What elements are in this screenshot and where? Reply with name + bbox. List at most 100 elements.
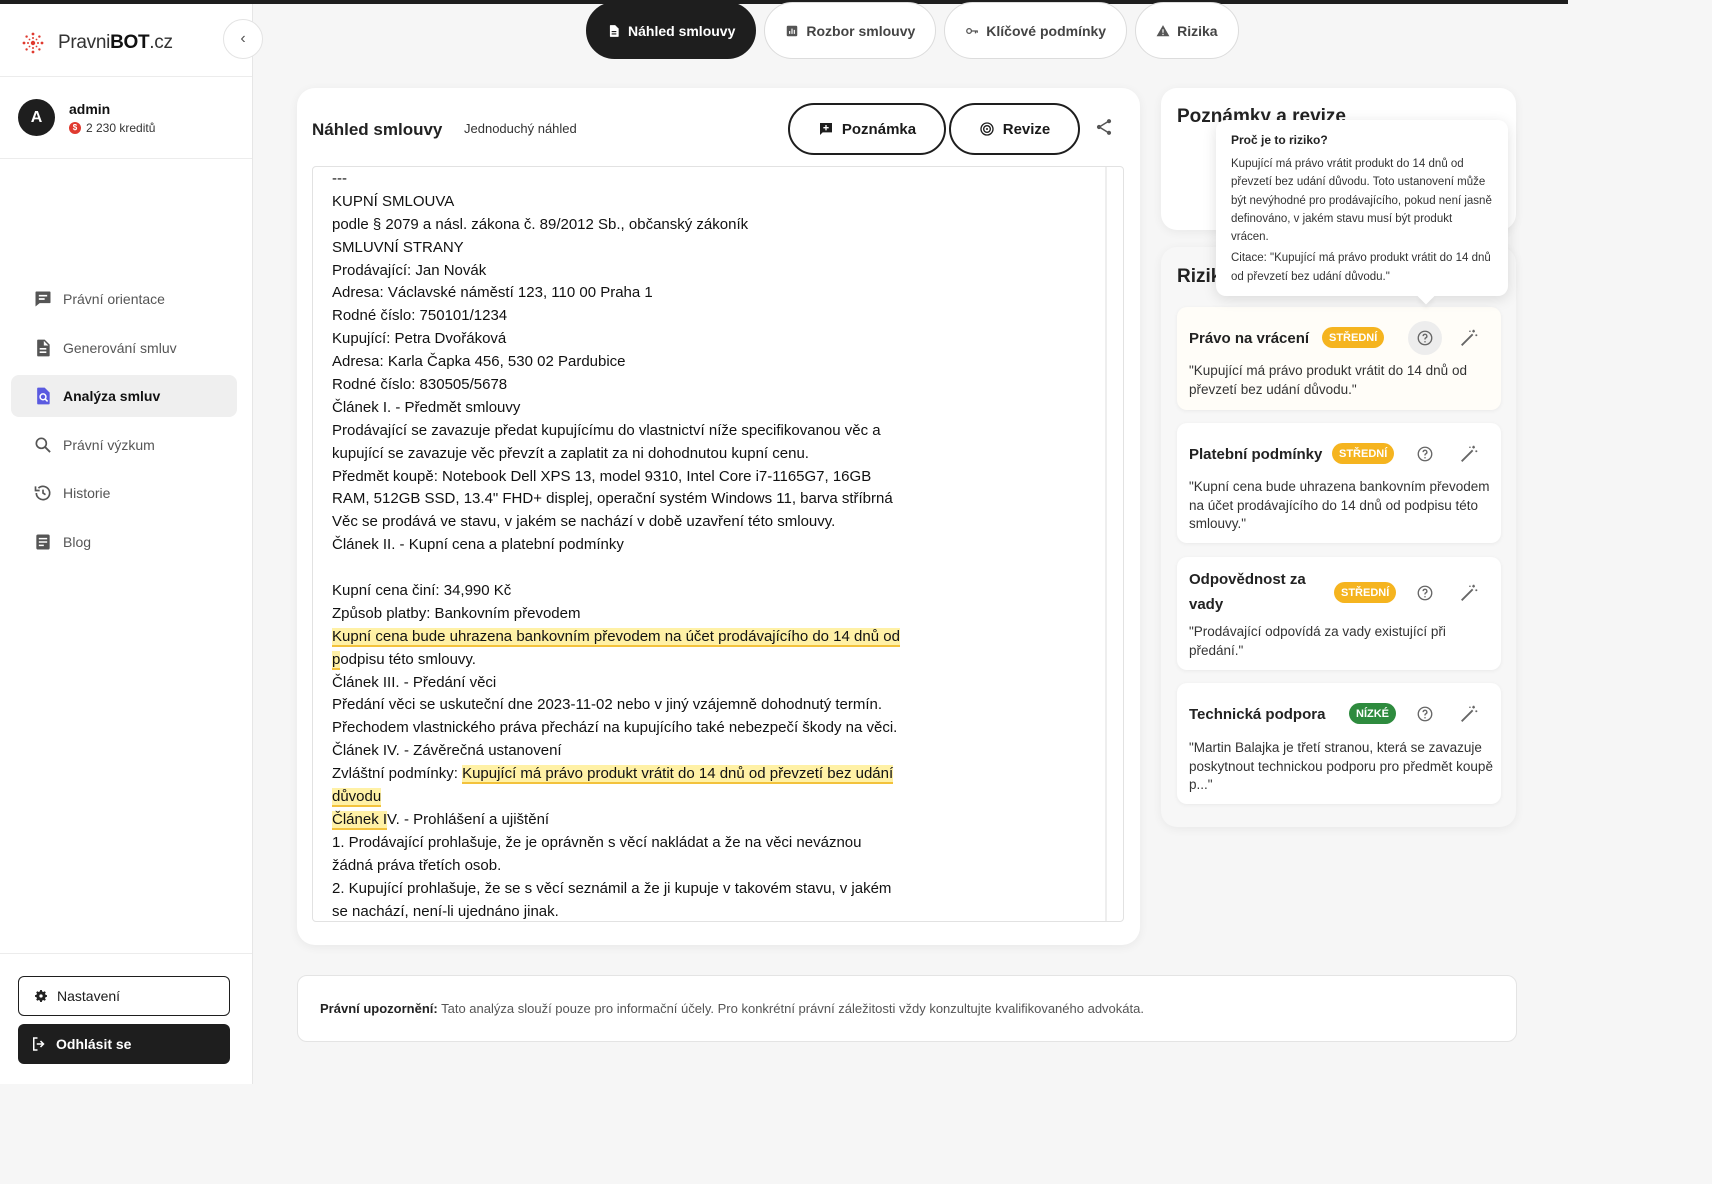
contract-line (332, 557, 932, 580)
sidebar-item-analyza-smluv[interactable]: Analýza smluv (11, 375, 237, 417)
risks-panel: Rizika Právo na vrácení STŘEDNÍ "Kupujíc… (1161, 247, 1516, 827)
sidebar-item-blog[interactable]: Blog (11, 521, 237, 563)
risk-title: Odpovědnost za vady (1189, 571, 1306, 613)
contract-line: SMLUVNÍ STRANY (332, 238, 464, 256)
divider (0, 158, 252, 159)
sidebar-item-label: Generování smluv (63, 339, 177, 356)
help-circle-icon[interactable] (1408, 321, 1442, 355)
contract-line: kupující se zavazuje věc převzít a zapla… (332, 444, 809, 462)
disclaimer-label: Právní upozornění: (320, 1001, 438, 1016)
magic-wand-icon[interactable] (1458, 582, 1480, 604)
risk-quote: "Martin Balajka je třetí stranou, která … (1189, 740, 1493, 792)
contract-line: Věc se prodává ve stavu, v jakém se nach… (332, 513, 836, 531)
contract-line: Rodné číslo: 750101/1234 (332, 307, 508, 325)
sidebar-item-pravni-orientace[interactable]: Právní orientace (11, 278, 237, 320)
contract-line: Kupující: Petra Dvořáková (332, 330, 507, 348)
risk-card[interactable]: Odpovědnost za vady STŘEDNÍ "Prodávající… (1177, 557, 1501, 670)
tab-label: Rizika (1177, 22, 1218, 39)
contract-line: Adresa: Karla Čapka 456, 530 02 Pardubic… (332, 353, 626, 371)
risk-quote: "Prodávající odpovídá za vady existující… (1189, 624, 1446, 658)
logout-label: Odhlásit se (56, 1036, 132, 1052)
document-icon (609, 24, 619, 37)
contract-line: Rodné číslo: 830505/5678 (332, 376, 508, 394)
chart-icon (787, 25, 798, 36)
credits-label: 2 230 kreditů (86, 120, 156, 135)
search-icon (33, 435, 53, 455)
risk-card[interactable]: Platební podmínky STŘEDNÍ "Kupní cena bu… (1177, 423, 1501, 543)
legal-disclaimer: Právní upozornění: Tato analýza slouží p… (297, 975, 1517, 1042)
sidebar-item-historie[interactable]: Historie (11, 472, 237, 514)
risk-highlight[interactable]: Článek I (332, 810, 388, 830)
contract-line: Přechodem vlastnického práva přechází na… (332, 719, 898, 737)
tooltip-citation: Citace: "Kupující má právo produkt vráti… (1231, 252, 1491, 283)
contract-line: 2. Kupující prohlašuje, že se s věcí sez… (332, 879, 892, 897)
risk-highlight[interactable]: důvodu (332, 788, 382, 808)
contract-line: Článek III. - Předání věci (332, 673, 497, 691)
collapse-sidebar-button[interactable]: ‹ (223, 19, 263, 59)
contract-line: Adresa: Václavské náměstí 123, 110 00 Pr… (332, 284, 653, 302)
risk-card[interactable]: Právo na vrácení STŘEDNÍ "Kupující má pr… (1177, 307, 1501, 410)
add-comment-icon (819, 123, 832, 135)
tab-label: Klíčové podmínky (986, 22, 1107, 39)
risk-highlight[interactable]: Kupující má právo produkt vrátit do 14 d… (462, 765, 894, 785)
sidebar-item-pravni-vyzkum[interactable]: Právní výzkum (11, 424, 237, 466)
brand-logo-link[interactable]: PravniBOT.cz (18, 28, 173, 58)
help-circle-icon[interactable] (1408, 437, 1442, 471)
magic-wand-icon[interactable] (1458, 703, 1480, 725)
warning-icon (1156, 24, 1170, 36)
logout-icon (33, 1037, 45, 1051)
settings-button[interactable]: Nastavení (18, 976, 230, 1016)
magic-wand-icon[interactable] (1458, 327, 1480, 349)
credits-balance: $ 2 230 kreditů (69, 121, 155, 135)
contract-preview-card: Náhled smlouvy Jednoduchý náhled Poznámk… (297, 88, 1140, 945)
document-icon (33, 338, 53, 358)
risk-quote: "Kupní cena bude uhrazena bankovním přev… (1189, 479, 1490, 531)
user-profile: A admin $ 2 230 kreditů (18, 99, 155, 136)
settings-label: Nastavení (57, 988, 121, 1004)
contract-line: podpisu této smlouvy. (332, 649, 932, 672)
add-note-button[interactable]: Poznámka (788, 103, 946, 155)
contract-line: Článek IV. - Závěrečná ustanovení (332, 742, 562, 760)
contract-line: 1. Prodávající prohlašuje, že je oprávně… (332, 833, 862, 851)
risk-level-badge: STŘEDNÍ (1322, 327, 1385, 348)
contract-line: Článek II. - Kupní cena a platební podmí… (332, 536, 624, 554)
avatar: A (18, 99, 55, 136)
divider (0, 76, 252, 77)
contract-text: --- KUPNÍ SMLOUVA podle § 2079 a násl. z… (332, 168, 932, 921)
tab-label: Náhled smlouvy (628, 22, 736, 39)
risk-title: Platební podmínky (1189, 446, 1323, 463)
risk-level-badge: NÍZKÉ (1349, 703, 1396, 724)
tab-label: Rozbor smlouvy (806, 22, 916, 39)
revision-icon (980, 122, 994, 136)
view-mode-label[interactable]: Jednoduchý náhled (464, 121, 577, 136)
magic-wand-icon[interactable] (1458, 443, 1480, 465)
sidebar-item-generovani-smluv[interactable]: Generování smluv (11, 327, 237, 369)
add-note-label: Poznámka (841, 120, 917, 138)
document-scrollbar[interactable] (1105, 167, 1107, 921)
contract-text-span: Zvláštní podmínky: (332, 765, 463, 783)
share-icon[interactable] (1094, 117, 1114, 137)
brand-logo-icon (22, 32, 44, 54)
help-circle-icon[interactable] (1408, 697, 1442, 731)
contract-text-span: V. - Prohlášení a ujištění (387, 810, 550, 828)
tab-rizika[interactable]: Rizika (1135, 2, 1239, 59)
risk-quote: "Kupující má právo produkt vrátit do 14 … (1189, 363, 1467, 397)
contract-line: podle § 2079 a násl. zákona č. 89/2012 S… (332, 215, 749, 233)
view-tabs: Náhled smlouvy Rozbor smlouvy Klíčové po… (586, 2, 1239, 59)
tab-klicove-podminky[interactable]: Klíčové podmínky (944, 2, 1128, 59)
history-icon (33, 483, 53, 503)
sidebar-item-label: Právní orientace (63, 291, 165, 307)
risk-highlight[interactable]: Kupní cena bude uhrazena bankovním převo… (332, 627, 900, 647)
sidebar-item-label: Blog (63, 533, 92, 550)
help-circle-icon[interactable] (1408, 576, 1442, 610)
logout-button[interactable]: Odhlásit se (18, 1024, 230, 1064)
gear-icon (35, 990, 47, 1002)
risk-card[interactable]: Technická podpora NÍZKÉ "Martin Balajka … (1177, 683, 1501, 804)
tab-rozbor-smlouvy[interactable]: Rozbor smlouvy (764, 2, 937, 59)
revision-button[interactable]: Revize (949, 103, 1080, 155)
contract-document[interactable]: --- KUPNÍ SMLOUVA podle § 2079 a násl. z… (312, 166, 1124, 922)
sidebar-item-label: Právní výzkum (63, 436, 155, 453)
contract-line: Prodávající: Jan Novák (332, 261, 487, 279)
contract-line: Článek IV. - Prohlášení a ujištění (332, 809, 932, 832)
tab-nahled-smlouvy[interactable]: Náhled smlouvy (586, 2, 757, 59)
